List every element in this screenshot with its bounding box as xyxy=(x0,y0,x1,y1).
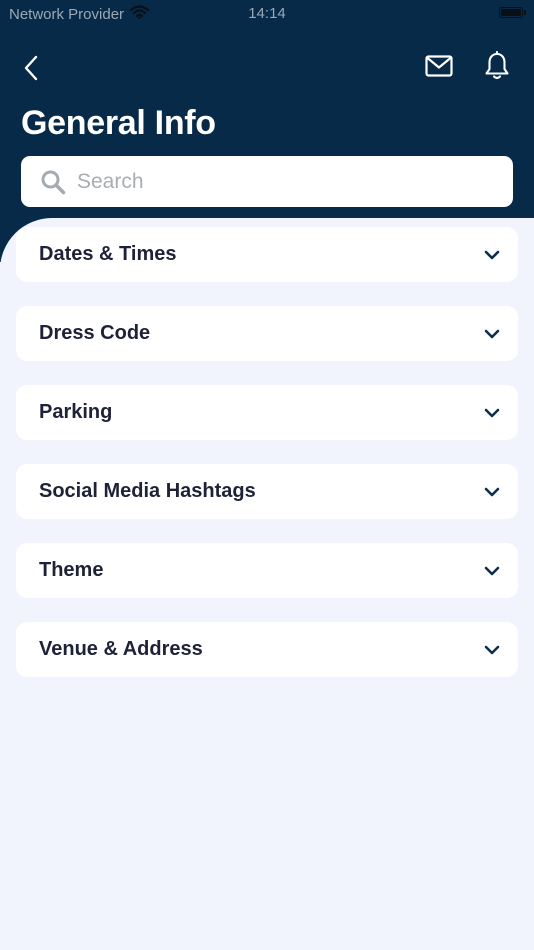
section-dates-times[interactable]: Dates & Times xyxy=(16,227,518,282)
page-title: General Info xyxy=(21,104,216,142)
search-bar[interactable] xyxy=(21,156,513,207)
section-social-media-hashtags[interactable]: Social Media Hashtags xyxy=(16,464,518,519)
section-venue-address[interactable]: Venue & Address xyxy=(16,622,518,677)
section-label: Parking xyxy=(39,401,113,423)
content-area: Dates & Times Dress Code Parking Social … xyxy=(0,218,534,950)
section-label: Theme xyxy=(39,559,104,581)
section-label: Social Media Hashtags xyxy=(39,480,256,502)
section-label: Dates & Times xyxy=(39,243,177,265)
back-button[interactable] xyxy=(14,52,48,88)
chevron-down-icon xyxy=(482,643,502,657)
section-dress-code[interactable]: Dress Code xyxy=(16,306,518,361)
chevron-left-icon xyxy=(23,55,39,86)
battery-level xyxy=(501,9,521,16)
chevron-down-icon xyxy=(482,406,502,420)
bell-icon xyxy=(484,50,510,86)
section-theme[interactable]: Theme xyxy=(16,543,518,598)
chevron-down-icon xyxy=(482,327,502,341)
section-label: Dress Code xyxy=(39,322,151,344)
info-sections-list: Dates & Times Dress Code Parking Social … xyxy=(16,227,518,701)
search-input[interactable] xyxy=(75,160,513,203)
notifications-button[interactable] xyxy=(481,50,513,86)
status-time: 14:14 xyxy=(248,5,286,22)
mail-icon xyxy=(425,54,453,82)
section-label: Venue & Address xyxy=(39,638,203,660)
status-bar: Network Provider 14:14 xyxy=(0,0,534,28)
chevron-down-icon xyxy=(482,485,502,499)
search-icon xyxy=(40,169,66,195)
messages-button[interactable] xyxy=(422,52,456,84)
section-parking[interactable]: Parking xyxy=(16,385,518,440)
chevron-down-icon xyxy=(482,564,502,578)
battery-icon xyxy=(499,7,526,18)
chevron-down-icon xyxy=(482,248,502,262)
